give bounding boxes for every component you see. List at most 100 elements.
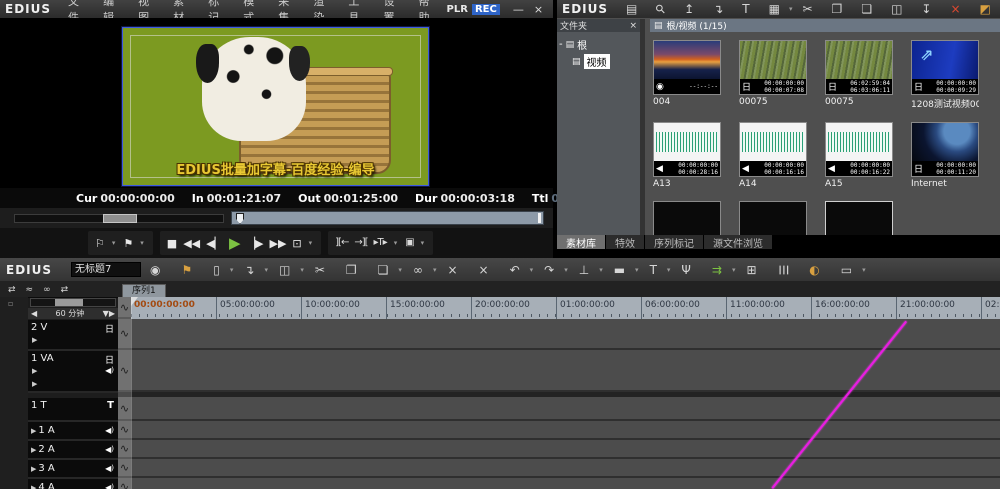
speaker-icon[interactable]: ◀ [105,445,114,454]
ripple-icon[interactable]: ∿ [118,478,131,489]
ripple-delete-icon[interactable]: × [447,264,457,276]
dropdown-caret[interactable]: ▾ [398,266,402,274]
dropdown-caret[interactable]: ▾ [635,266,639,274]
new-clip-icon[interactable]: ▦ [769,3,780,15]
collapse-icon[interactable]: - [559,39,563,50]
bin-clip-partial[interactable] [653,194,721,235]
dropdown-caret[interactable]: ▾ [667,266,671,274]
undo-icon[interactable]: ↶ [510,264,520,276]
next-frame-button[interactable]: ▕▶ [247,238,264,249]
paste-icon[interactable]: ❏ [861,3,872,15]
rec-mode-button[interactable]: REC [472,4,500,15]
bin-clip[interactable]: 日00:00:00:0000:00:07:0800075 [739,33,807,110]
set-in-button[interactable]: ⚐ [95,238,105,249]
tree-item-video[interactable]: ▤ 视频 [559,53,638,70]
delete-in-out-icon[interactable]: × [479,264,489,276]
zoom-right-icon[interactable]: ▶ [109,309,115,318]
bin-clip[interactable]: 日00:00:00:0000:00:09:291208测试视频000 [911,33,979,110]
properties-icon[interactable]: ◩ [980,3,991,15]
set-out-dropdown[interactable]: ▾ [140,239,144,247]
copy-icon[interactable]: ❐ [346,264,357,276]
patch-audio-icon[interactable]: ≈ [26,286,34,295]
plr-mode-button[interactable]: PLR [447,4,468,15]
seek-bar[interactable] [231,211,544,225]
bin-clip[interactable]: 日00:00:00:0000:00:11:20Internet [911,115,979,189]
film-icon[interactable]: 日 [105,353,114,366]
import-icon[interactable]: ↴ [713,3,723,15]
zoom-left-icon[interactable]: ◀ [31,309,37,318]
track-header-2v[interactable]: 2 V 日 ▶ [28,320,118,351]
cut-icon[interactable]: ✂ [802,3,812,15]
timeline-tracks-area[interactable]: 00:00:00:0005:00:00:0010:00:00:0015:00:0… [131,297,1000,489]
dropdown-caret[interactable]: ▾ [300,266,304,274]
set-in-dropdown[interactable]: ▾ [112,239,116,247]
bin-clip[interactable]: ◀00:00:00:0000:00:16:16A14 [739,115,807,189]
speaker-icon[interactable]: ◀ [105,426,114,435]
track-header-1a[interactable]: ▶1 A ◀ [28,422,118,441]
redo-icon[interactable]: ↷ [544,264,554,276]
speaker-icon[interactable]: ◀ [105,464,114,473]
ffwd-button[interactable]: ▶▶ [270,238,287,249]
paste-icon[interactable]: ❏ [378,264,389,276]
goto-in-button[interactable]: ][← [335,238,348,248]
search-icon[interactable]: ⚲ [653,2,668,17]
track-header-2a[interactable]: ▶2 A ◀ [28,441,118,460]
folder-panel-close-icon[interactable]: × [629,21,637,31]
speaker-icon[interactable]: ◀ [105,483,114,489]
color-icon[interactable]: ◐ [809,264,819,276]
speaker-icon[interactable]: ◀ [105,366,114,375]
dropdown-caret[interactable]: ▾ [862,266,866,274]
ripple-icon[interactable]: ∿ [118,297,131,319]
patch-video-icon[interactable]: ⇄ [8,286,16,295]
track-header-3a[interactable]: ▶3 A ◀ [28,460,118,479]
clip-marker-icon[interactable]: ∞ [413,264,423,276]
expand-icon[interactable]: ▶ [31,465,36,473]
goto-out-button[interactable]: →][ [354,238,367,248]
voiceover-icon[interactable]: Ψ [681,264,690,276]
save-project-icon[interactable]: ◫ [279,264,290,276]
sync-mode-icon[interactable]: ∞ [43,286,51,295]
track-header-1t[interactable]: 1 T T [28,398,118,422]
expand-icon[interactable]: ▶ [32,380,37,388]
expand-icon[interactable]: ▶ [32,336,37,344]
play-around-dropdown[interactable]: ▾ [394,239,398,247]
dropdown-caret[interactable]: ▾ [732,266,736,274]
export-frame-dropdown[interactable]: ▾ [421,239,425,247]
title-icon[interactable]: T [650,264,657,276]
loop-button[interactable]: ⊡ [292,238,301,249]
bin-clip-partial[interactable] [739,194,807,235]
set-in-out-icon[interactable]: ▬ [614,264,625,276]
bin-tab[interactable]: 特效 [606,235,645,249]
add-to-timeline-icon[interactable]: ↧ [921,3,931,15]
track-lane-4a[interactable] [131,478,1000,489]
bin-clip[interactable]: ◉--:--:--004 [653,33,721,110]
rewind-button[interactable]: ◀◀ [183,238,200,249]
tree-item-root[interactable]: - ▤ 根 [559,36,638,53]
grid-icon[interactable]: ⊞ [746,264,756,276]
track-lane-3a[interactable] [131,459,1000,478]
bin-folder-icon[interactable]: ▤ [626,3,637,15]
add-cut-point-icon[interactable]: ⊥ [579,264,589,276]
title-track-icon[interactable]: T [107,400,114,411]
add-to-bin-icon[interactable]: ⚑ [182,264,193,276]
dropdown-caret[interactable]: ▾ [564,266,568,274]
mixer-icon[interactable]: ☰ [777,264,789,275]
close-button[interactable]: × [529,3,548,16]
open-project-icon[interactable]: ↴ [244,264,254,276]
minimize-button[interactable]: — [508,3,529,16]
capture-icon[interactable]: ◉ [150,264,160,276]
expand-icon[interactable]: ▶ [31,427,36,435]
bin-clip-partial[interactable] [825,194,893,235]
copy-icon[interactable]: ❐ [832,3,843,15]
dropdown-caret[interactable]: ▾ [230,266,234,274]
dropdown-caret[interactable]: ▾ [599,266,603,274]
new-sequence-icon[interactable]: ▯ [213,264,220,276]
timeline-playhead[interactable] [131,297,132,489]
ripple-icon[interactable]: ∿ [118,459,131,478]
track-lane-2a[interactable] [131,440,1000,459]
set-out-button[interactable]: ⚑ [123,238,133,249]
stop-button[interactable]: ■ [167,238,177,249]
prev-frame-button[interactable]: ◀▏ [206,238,223,249]
delete-icon[interactable]: × [950,3,960,15]
play-button[interactable]: ▶ [229,236,241,251]
